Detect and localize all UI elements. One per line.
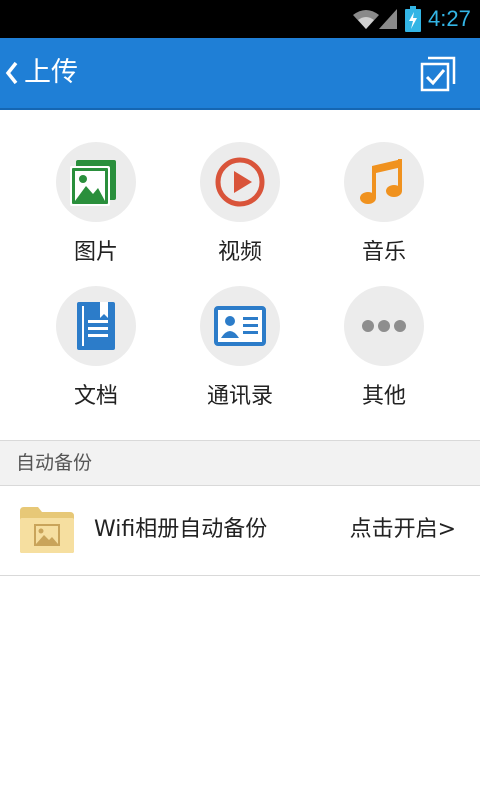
more-icon — [362, 320, 406, 332]
music-note-icon — [360, 159, 402, 204]
page-title: 上传 — [24, 57, 78, 88]
category-images[interactable]: 图片 — [24, 142, 168, 282]
category-contacts[interactable]: 通讯录 — [168, 286, 312, 426]
wifi-icon — [353, 10, 379, 29]
category-icon-bg — [200, 142, 280, 222]
image-icon — [70, 160, 116, 206]
section-title: 自动备份 — [16, 452, 93, 474]
multi-select-icon[interactable] — [416, 52, 460, 96]
wifi-backup-row[interactable]: Wifi相册自动备份 点击开启> — [0, 486, 480, 576]
play-icon — [215, 157, 265, 207]
contact-card-icon — [214, 306, 266, 346]
category-label: 其他 — [361, 384, 406, 409]
category-grid: 图片 视频 音乐 文档 通讯录 其他 — [0, 110, 480, 440]
category-icon-bg — [344, 286, 424, 366]
back-button[interactable]: 上传 — [4, 50, 78, 96]
chevron-left-icon — [5, 61, 18, 85]
category-icon-bg — [56, 142, 136, 222]
battery-charging-icon — [405, 6, 421, 32]
document-icon — [77, 302, 115, 350]
wifi-backup-title: Wifi相册自动备份 — [94, 517, 268, 542]
category-icon-bg — [344, 142, 424, 222]
category-other[interactable]: 其他 — [312, 286, 456, 426]
category-music[interactable]: 音乐 — [312, 142, 456, 282]
section-header: 自动备份 — [0, 440, 480, 486]
signal-icon — [379, 9, 397, 29]
enable-backup-link[interactable]: 点击开启> — [350, 515, 456, 545]
status-bar: 4:27 — [0, 0, 480, 38]
category-label: 音乐 — [361, 240, 406, 265]
category-label: 视频 — [217, 240, 262, 265]
category-icon-bg — [200, 286, 280, 366]
category-documents[interactable]: 文档 — [24, 286, 168, 426]
title-bar: 上传 — [0, 38, 480, 110]
photo-folder-icon — [20, 507, 74, 553]
category-label: 图片 — [73, 240, 118, 265]
category-label: 文档 — [73, 384, 118, 409]
category-video[interactable]: 视频 — [168, 142, 312, 282]
category-icon-bg — [56, 286, 136, 366]
category-label: 通讯录 — [206, 384, 273, 409]
status-time: 4:27 — [428, 6, 471, 31]
